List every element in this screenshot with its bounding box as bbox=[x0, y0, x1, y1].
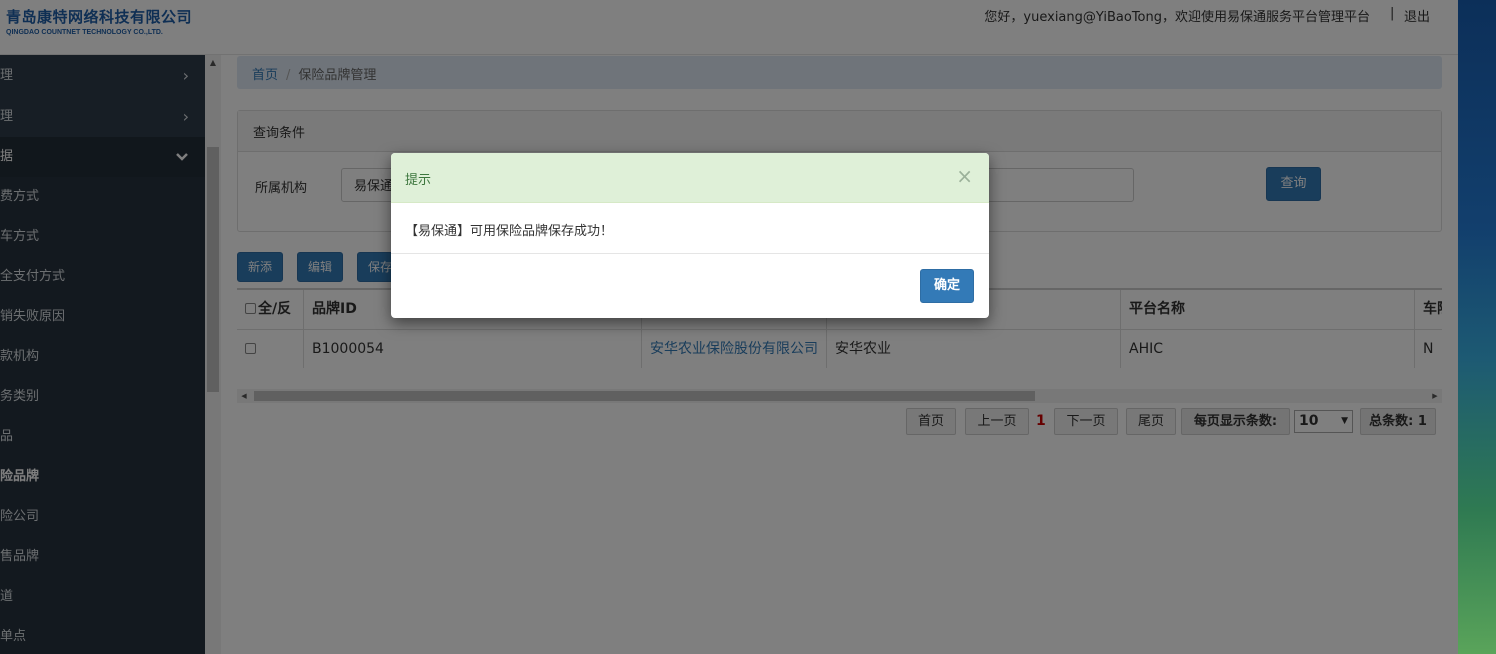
desktop-background-strip bbox=[1458, 0, 1496, 654]
alert-modal: 提示 × 【易保通】可用保险品牌保存成功！ 确定 bbox=[391, 153, 989, 318]
modal-title: 提示 bbox=[405, 173, 432, 188]
modal-backdrop[interactable] bbox=[0, 0, 1458, 654]
modal-header: 提示 bbox=[391, 153, 989, 203]
modal-message: 【易保通】可用保险品牌保存成功！ bbox=[391, 203, 989, 254]
confirm-button[interactable]: 确定 bbox=[920, 269, 974, 303]
close-icon[interactable]: × bbox=[956, 166, 973, 186]
